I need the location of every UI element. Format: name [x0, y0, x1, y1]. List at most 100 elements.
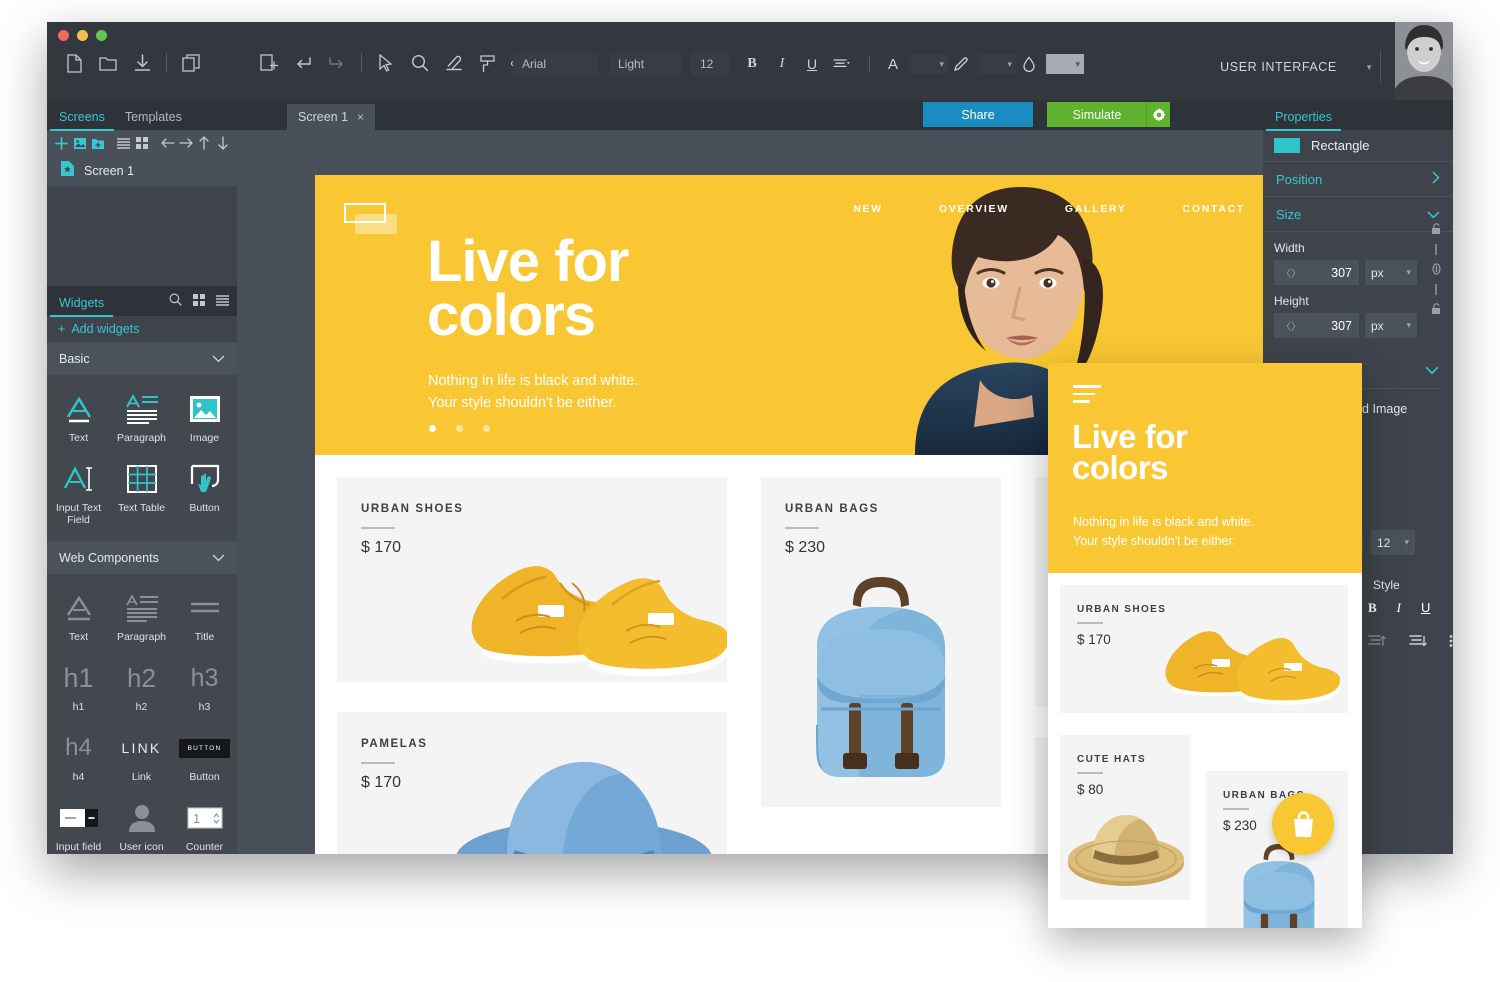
carousel-dot[interactable]: [483, 425, 490, 432]
tab-widgets[interactable]: Widgets: [49, 296, 114, 317]
add-icon[interactable]: [53, 134, 69, 152]
bold-button[interactable]: B: [1368, 600, 1377, 616]
arrow-up-icon[interactable]: [196, 134, 212, 152]
shopping-bag-fab[interactable]: [1272, 793, 1334, 855]
eraser-icon[interactable]: [437, 48, 471, 78]
underline-button[interactable]: U: [1421, 600, 1430, 616]
product-card-urban-shoes[interactable]: URBAN SHOES $ 170: [337, 477, 727, 682]
share-button[interactable]: Share: [923, 102, 1033, 127]
widget-section-web-components[interactable]: Web Components: [47, 541, 237, 575]
fill-drop-icon[interactable]: [1016, 52, 1042, 76]
gear-icon[interactable]: [1146, 102, 1170, 127]
widget-section-basic[interactable]: Basic: [47, 342, 237, 375]
widget-h4[interactable]: h4 h4: [47, 720, 110, 790]
object-color-swatch[interactable]: [1274, 138, 1300, 153]
nav-item-overview[interactable]: OVERVIEW: [939, 203, 1009, 215]
mobile-preview[interactable]: Live for colors Nothing in life is black…: [1048, 363, 1362, 928]
unlock-icon[interactable]: [1431, 302, 1442, 320]
grid-view-icon[interactable]: [134, 134, 150, 152]
close-window-button[interactable]: [58, 30, 69, 41]
arrow-down-icon[interactable]: [215, 134, 231, 152]
nav-item-contact[interactable]: CONTACT: [1183, 203, 1245, 215]
user-interface-dropdown[interactable]: USER INTERFACE ▾: [1220, 60, 1372, 74]
size-section[interactable]: Size: [1263, 197, 1453, 232]
tab-properties[interactable]: Properties: [1266, 110, 1341, 131]
border-color-swatch[interactable]: ▾: [978, 54, 1016, 74]
stepper-icon[interactable]: 〈〉: [1281, 318, 1301, 333]
link-chain-icon[interactable]: [1431, 262, 1442, 280]
text-color-button[interactable]: A: [880, 52, 906, 76]
pen-icon[interactable]: [948, 52, 974, 76]
chevron-down-icon[interactable]: [1425, 362, 1439, 380]
italic-button[interactable]: I: [1397, 600, 1401, 616]
minimize-window-button[interactable]: [77, 30, 88, 41]
font-weight-select[interactable]: Light: [609, 52, 681, 76]
widget-image[interactable]: Image: [173, 381, 236, 451]
carousel-dots[interactable]: [429, 425, 490, 432]
bold-button[interactable]: B: [739, 52, 765, 76]
simulate-button[interactable]: Simulate: [1047, 102, 1147, 127]
product-card-urban-bags[interactable]: URBAN BAGS $ 230: [761, 477, 1001, 807]
carousel-dot[interactable]: [456, 425, 463, 432]
widget-h2[interactable]: h2 h2: [110, 650, 173, 720]
product-card-pamelas[interactable]: PAMELAS $ 170: [337, 712, 727, 854]
widget-text-table[interactable]: Text Table: [110, 451, 173, 533]
text-color-swatch[interactable]: ▾: [910, 54, 948, 74]
widget-text[interactable]: Text: [47, 381, 110, 451]
carousel-dot-active[interactable]: [429, 425, 436, 432]
widget-h1[interactable]: h1 h1: [47, 650, 110, 720]
unlock-icon[interactable]: [1431, 222, 1442, 240]
tab-templates[interactable]: Templates: [125, 110, 182, 130]
text-align-button[interactable]: [829, 52, 855, 76]
arrow-right-icon[interactable]: [178, 134, 194, 152]
list-bullets-icon[interactable]: [1449, 634, 1453, 653]
screen-list-item[interactable]: Screen 1: [47, 156, 237, 186]
position-section[interactable]: Position: [1263, 162, 1453, 197]
maximize-window-button[interactable]: [96, 30, 107, 41]
font-size-select[interactable]: 12 ▾: [1371, 530, 1415, 555]
align-bottom-icon[interactable]: [1408, 634, 1427, 653]
screen-tab[interactable]: Screen 1 ×: [287, 104, 376, 130]
widget-input-text-field[interactable]: Input Text Field: [47, 451, 110, 533]
add-folder-icon[interactable]: [90, 134, 106, 152]
align-top-icon[interactable]: [1367, 634, 1386, 653]
list-view-icon[interactable]: [115, 134, 131, 152]
mobile-card-cute-hats[interactable]: CUTE HATS $ 80: [1060, 735, 1190, 900]
widget-web-text[interactable]: Text: [47, 580, 110, 650]
widget-counter[interactable]: 1 Counter: [173, 790, 236, 854]
width-unit-select[interactable]: px ▾: [1365, 260, 1417, 285]
cursor-icon[interactable]: [369, 48, 403, 78]
duplicate-icon[interactable]: [174, 48, 208, 78]
aspect-ratio-lock-column[interactable]: [1428, 222, 1444, 320]
new-file-icon[interactable]: [57, 48, 91, 78]
paint-roller-icon[interactable]: [471, 48, 505, 78]
fill-color-swatch[interactable]: ▾: [1046, 54, 1084, 74]
width-input[interactable]: 〈〉 307: [1274, 260, 1359, 285]
widget-web-paragraph[interactable]: Paragraph: [110, 580, 173, 650]
redo-icon[interactable]: [320, 48, 354, 78]
list-view-icon[interactable]: [216, 293, 229, 311]
download-icon[interactable]: [125, 48, 159, 78]
widget-user-icon[interactable]: User icon: [110, 790, 173, 854]
add-widgets-button[interactable]: + Add widgets: [47, 316, 237, 342]
hamburger-icon[interactable]: [1073, 385, 1101, 408]
add-image-icon[interactable]: [71, 134, 87, 152]
widget-input-field[interactable]: Input field: [47, 790, 110, 854]
widget-title[interactable]: Title: [173, 580, 236, 650]
nav-item-new[interactable]: NEW: [853, 203, 883, 215]
search-icon[interactable]: [403, 48, 437, 78]
font-family-select[interactable]: Arial: [513, 52, 599, 76]
open-folder-icon[interactable]: [91, 48, 125, 78]
avatar[interactable]: [1395, 22, 1453, 100]
widget-h3[interactable]: h3 h3: [173, 650, 236, 720]
stepper-icon[interactable]: 〈〉: [1281, 265, 1301, 280]
widget-web-button[interactable]: BUTTON Button: [173, 720, 236, 790]
font-size-input[interactable]: 12: [691, 52, 729, 76]
mobile-card-urban-shoes[interactable]: URBAN SHOES $ 170: [1060, 585, 1348, 713]
search-icon[interactable]: [169, 293, 182, 311]
add-screen-icon[interactable]: [252, 48, 286, 78]
mobile-card-urban-bags[interactable]: URBAN BAGS $ 230: [1206, 771, 1348, 928]
nav-item-gallery[interactable]: GALLERY: [1065, 203, 1127, 215]
tab-screens[interactable]: Screens: [50, 110, 114, 131]
height-unit-select[interactable]: px ▾: [1365, 313, 1417, 338]
